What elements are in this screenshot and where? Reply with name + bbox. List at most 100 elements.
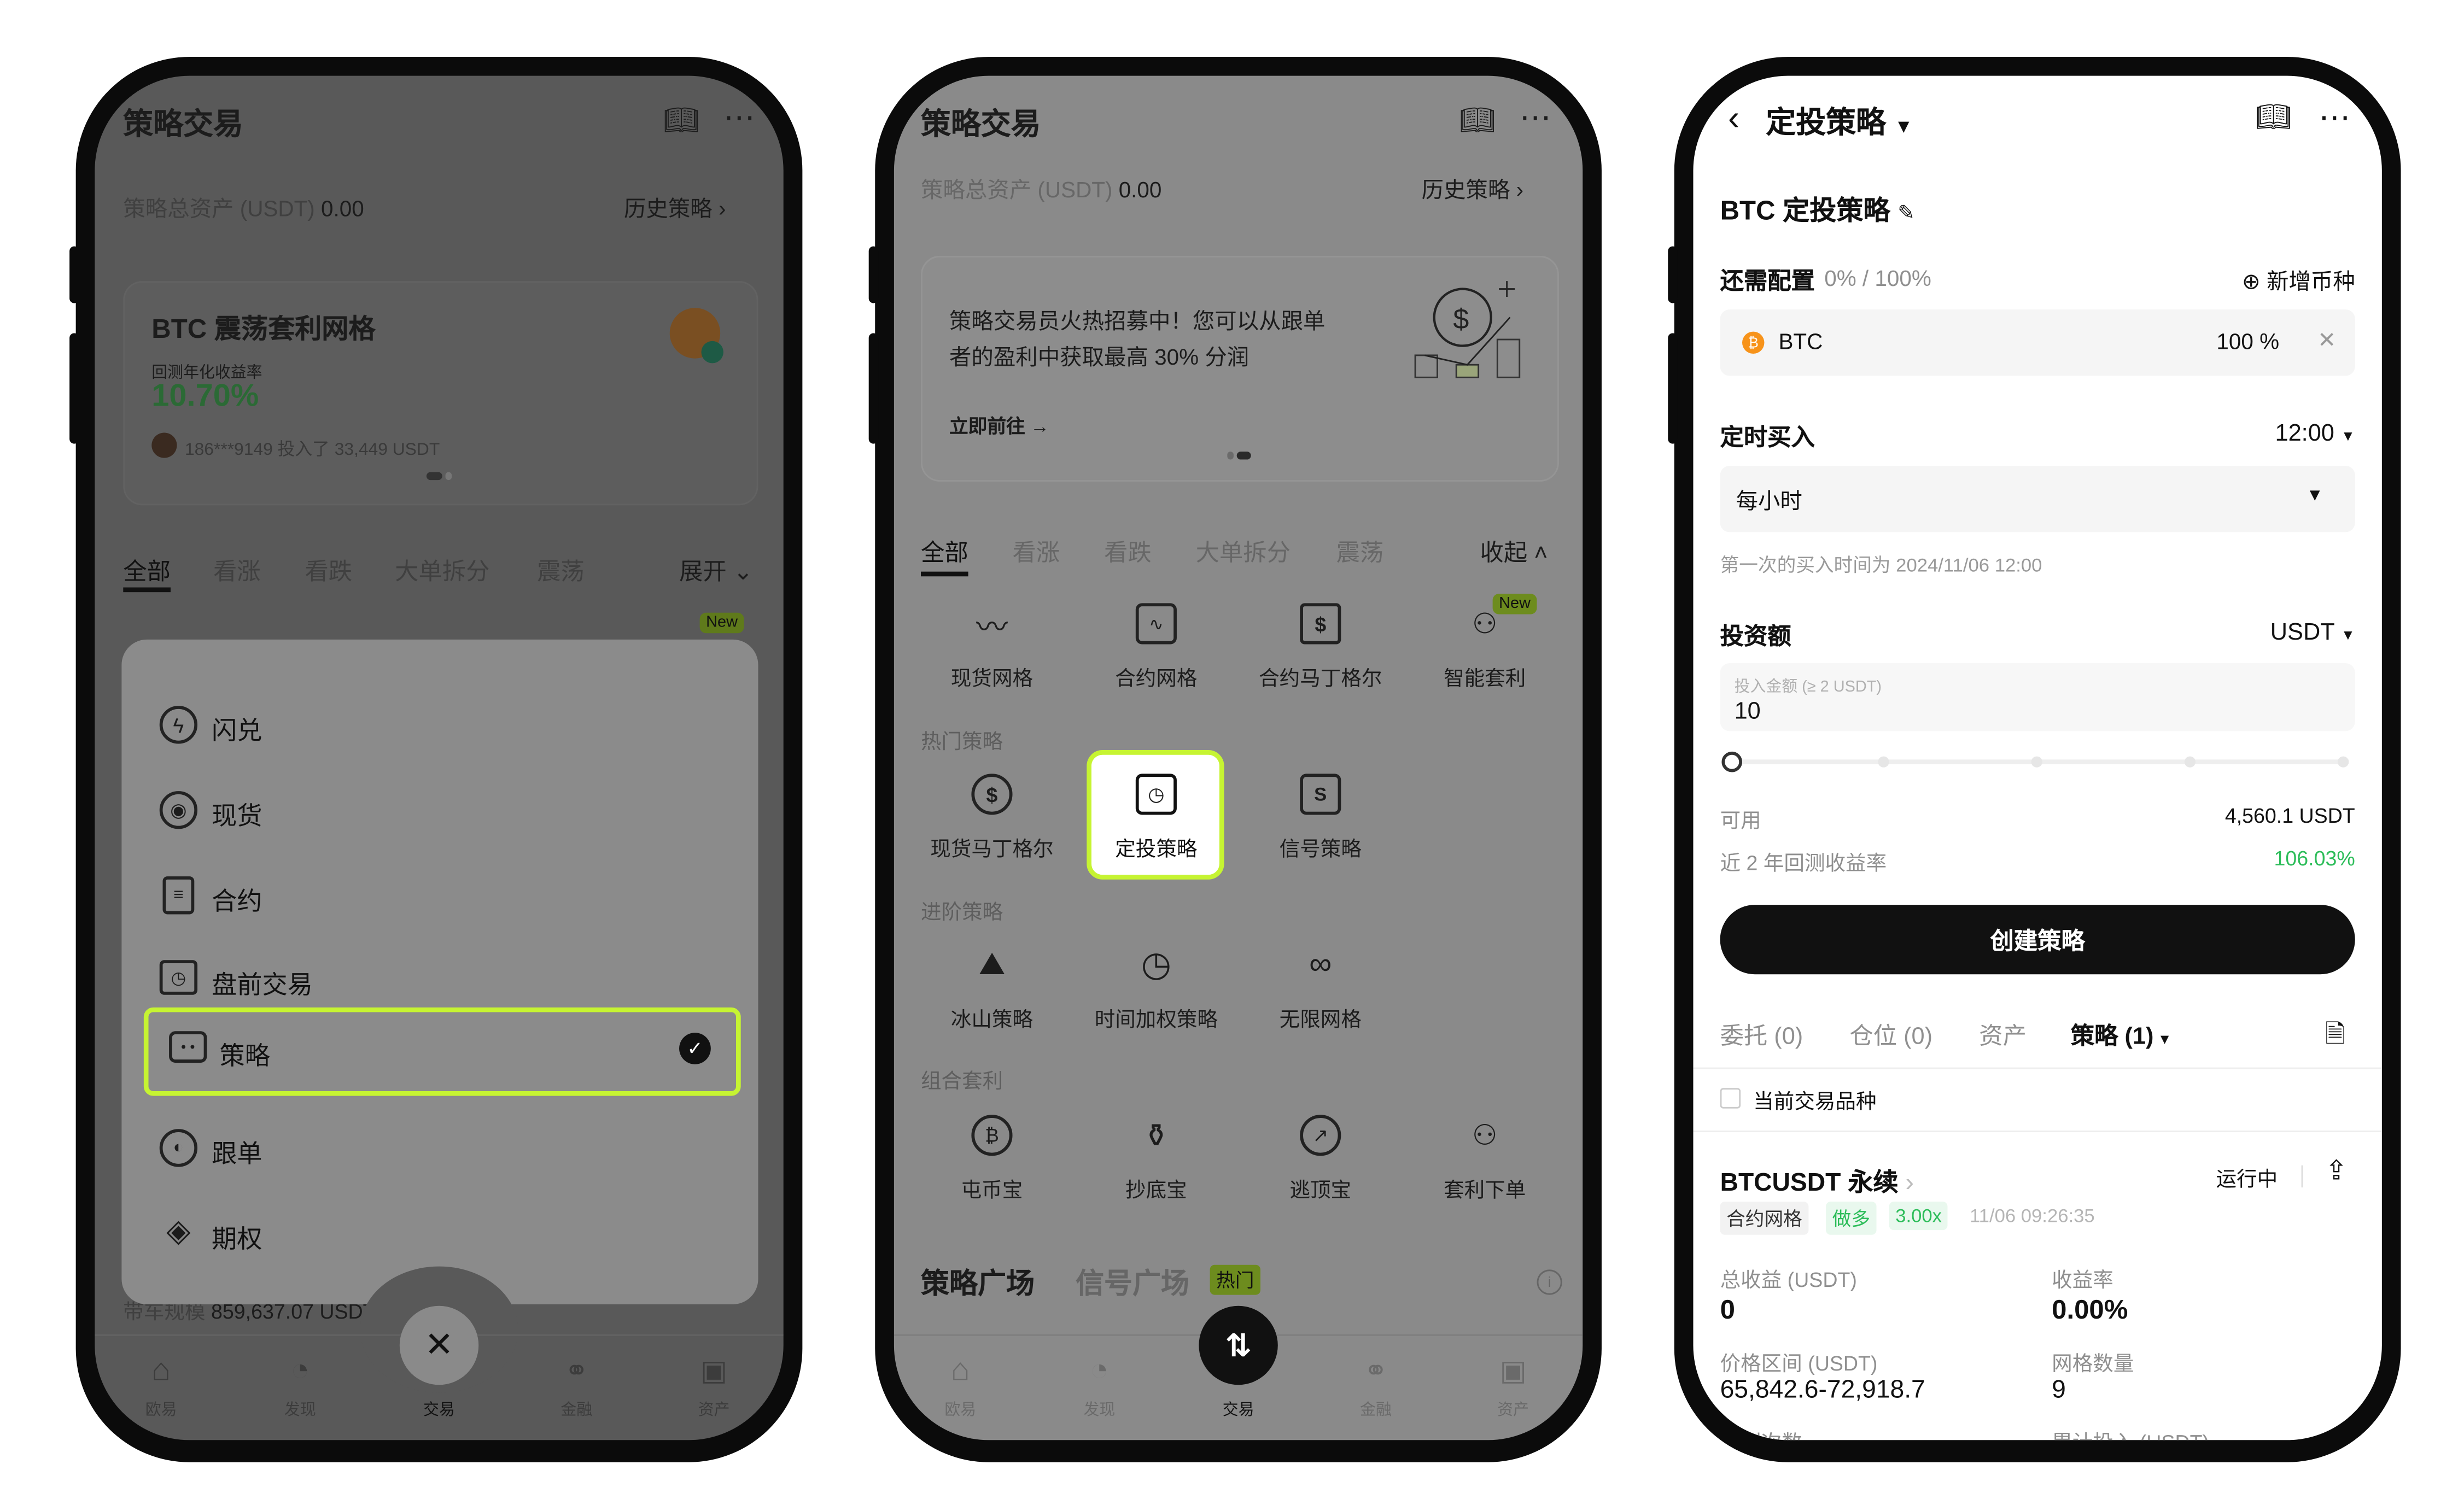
nav-discover[interactable]: 发现 [284,1396,316,1420]
item-twap[interactable]: 时间加权策略 [1095,1003,1218,1033]
nav-home[interactable]: 欧易 [944,1396,976,1420]
nav-trade[interactable]: 交易 [1223,1396,1254,1420]
nav-discover[interactable]: 发现 [1084,1396,1116,1420]
tab-strategies[interactable]: 策略 (1) ▼ [2071,1018,2172,1052]
recruit-banner[interactable]: 策略交易员火热招募中！您可以从跟单 者的盈利中获取最高 30% 分润 立即前往 … [920,255,1559,482]
coin-percent[interactable]: 100 % [2216,329,2279,354]
contract-grid-icon[interactable]: ∿ [1135,603,1177,645]
item-smart-arbitrage[interactable]: 智能套利 [1444,661,1526,692]
edit-icon[interactable]: ✎ [1897,201,1915,224]
history-link[interactable]: 历史策略 › [1422,174,1523,206]
info-icon[interactable]: i [1537,1269,1562,1295]
promo-card[interactable]: BTC 震荡套利网格 回测年化收益率 10.70% 186***9149 投入了… [123,281,758,506]
menu-item-swap[interactable]: ϟ 闪兑 [159,687,764,763]
discover-icon[interactable]: ◔ [281,1352,319,1390]
tab-orders[interactable]: 委托 (0) [1720,1018,1803,1052]
current-symbol-checkbox[interactable] [1720,1088,1741,1109]
tab-bullish[interactable]: 看涨 [213,554,261,588]
iceberg-icon[interactable]: ⛰ [971,944,1012,985]
nav-assets[interactable]: 资产 [698,1396,730,1420]
frequency-select[interactable]: 每小时 ▼ [1720,466,2355,532]
schedule-time-dropdown[interactable]: 12:00 ▼ [2275,420,2355,447]
nav-assets[interactable]: 资产 [1497,1396,1529,1420]
strategy-type-dropdown[interactable]: 定投策略 ▼ [1766,99,1913,142]
buy-dip-icon[interactable]: ⚱ [1136,1115,1177,1156]
infinity-grid-icon[interactable]: ∞ [1300,944,1341,985]
item-spot-martingale[interactable]: 现货马丁格尔 [930,832,1053,862]
remove-icon[interactable]: ✕ [2317,327,2336,354]
item-dca-strategy[interactable]: 定投策略 [1115,832,1197,862]
finance-icon[interactable]: ⚭ [558,1352,595,1390]
menu-item-options[interactable]: ◈ 期权 [160,1196,764,1272]
expand-button[interactable]: 展开 ⌄ [679,554,753,588]
home-icon[interactable]: ⌂ [142,1352,180,1390]
wallet-icon[interactable]: ▣ [695,1352,733,1390]
book-icon[interactable]: 📖︎ [663,104,699,138]
position-name-link[interactable]: BTCUSDT 永续 › [1720,1161,1914,1198]
signal-strategy-icon[interactable]: S [1300,774,1341,815]
item-arbitrage-order[interactable]: 套利下单 [1444,1173,1526,1203]
tab-range[interactable]: 震荡 [1336,535,1384,569]
tab-strategy-plaza[interactable]: 策略广场 [921,1262,1035,1303]
tab-all[interactable]: 全部 [921,535,968,569]
wallet-icon[interactable]: ▣ [1494,1352,1532,1390]
contract-martingale-icon[interactable]: $ [1300,603,1341,645]
tab-bullish[interactable]: 看涨 [1013,535,1060,569]
tab-large-order[interactable]: 大单拆分 [1196,535,1291,569]
item-contract-grid[interactable]: 合约网格 [1115,661,1197,692]
tab-all[interactable]: 全部 [123,554,171,588]
banner-cta[interactable]: 立即前往 → [949,412,1049,439]
nav-finance[interactable]: 金融 [560,1396,592,1420]
menu-item-strategy-selected[interactable]: • • 策略 ✓ [143,1007,741,1096]
trade-center-button[interactable]: ⇅ [1199,1305,1278,1385]
amount-slider-knob[interactable] [1721,751,1743,772]
menu-item-spot[interactable]: ◉ 现货 [159,772,764,848]
book-icon[interactable]: 📖︎ [2256,101,2292,134]
more-icon[interactable]: ⋯ [1520,98,1551,137]
tab-positions[interactable]: 仓位 (0) [1849,1018,1932,1052]
item-sell-top[interactable]: 逃顶宝 [1289,1173,1351,1203]
discover-icon[interactable]: ◔ [1081,1352,1118,1390]
tab-assets[interactable]: 资产 [1979,1018,2027,1052]
item-signal-strategy[interactable]: 信号策略 [1280,832,1362,862]
book-icon[interactable]: 📖︎ [1459,104,1496,138]
create-strategy-button[interactable]: 创建策略 [1720,905,2355,975]
share-icon[interactable]: ⇪ [2325,1156,2348,1187]
spot-martingale-icon[interactable]: $ [971,774,1013,815]
close-menu-button[interactable]: ✕ [399,1305,479,1385]
item-iceberg[interactable]: 冰山策略 [951,1003,1033,1033]
tab-bearish[interactable]: 看跌 [1104,535,1152,569]
coin-allocation-row[interactable]: ₿ BTC 100 % ✕ [1720,309,2355,376]
clock-icon[interactable]: ◷ [1136,944,1177,985]
menu-item-contract[interactable]: ≡ 合约 [160,857,764,933]
currency-dropdown[interactable]: USDT ▼ [2270,619,2355,646]
hodl-icon[interactable]: ₿ [971,1115,1013,1156]
item-infinity-grid[interactable]: 无限网格 [1280,1003,1362,1033]
add-coin-button[interactable]: ⊕ 新增币种 [2242,265,2355,297]
calendar-clock-icon[interactable]: ◷ [1135,774,1177,815]
nav-home[interactable]: 欧易 [145,1396,177,1420]
menu-item-premarket[interactable]: ◷ 盘前交易 [159,941,764,1017]
item-hodl[interactable]: 屯币宝 [961,1173,1023,1203]
nav-trade[interactable]: 交易 [423,1396,455,1420]
tab-range[interactable]: 震荡 [537,554,585,588]
history-link[interactable]: 历史策略 › [624,192,726,224]
order-history-icon[interactable]: 🗎︎ [2325,1017,2345,1059]
item-buy-dip[interactable]: 抄底宝 [1125,1173,1187,1203]
back-icon[interactable]: ‹ [1728,98,1739,139]
item-contract-martingale[interactable]: 合约马丁格尔 [1259,661,1382,692]
nav-finance[interactable]: 金融 [1360,1396,1392,1420]
spot-grid-icon[interactable]: 〰 [971,603,1012,645]
tab-signal-plaza[interactable]: 信号广场 [1076,1262,1189,1303]
tab-bearish[interactable]: 看跌 [305,554,352,588]
arbitrage-order-icon[interactable]: ⚇ [1464,1115,1505,1156]
menu-item-copy-trading[interactable]: ◐ 跟单 [159,1110,764,1186]
sell-top-icon[interactable]: ↗ [1300,1115,1341,1156]
item-spot-grid[interactable]: 现货网格 [951,661,1033,692]
home-icon[interactable]: ⌂ [942,1352,979,1390]
amount-input[interactable]: 投入金额 (≥ 2 USDT) 10 [1720,663,2355,731]
more-icon[interactable]: ⋯ [2319,98,2350,137]
collapse-button[interactable]: 收起 ˄ [1480,535,1548,569]
more-icon[interactable]: ⋯ [723,98,757,137]
finance-icon[interactable]: ⚭ [1357,1352,1394,1390]
